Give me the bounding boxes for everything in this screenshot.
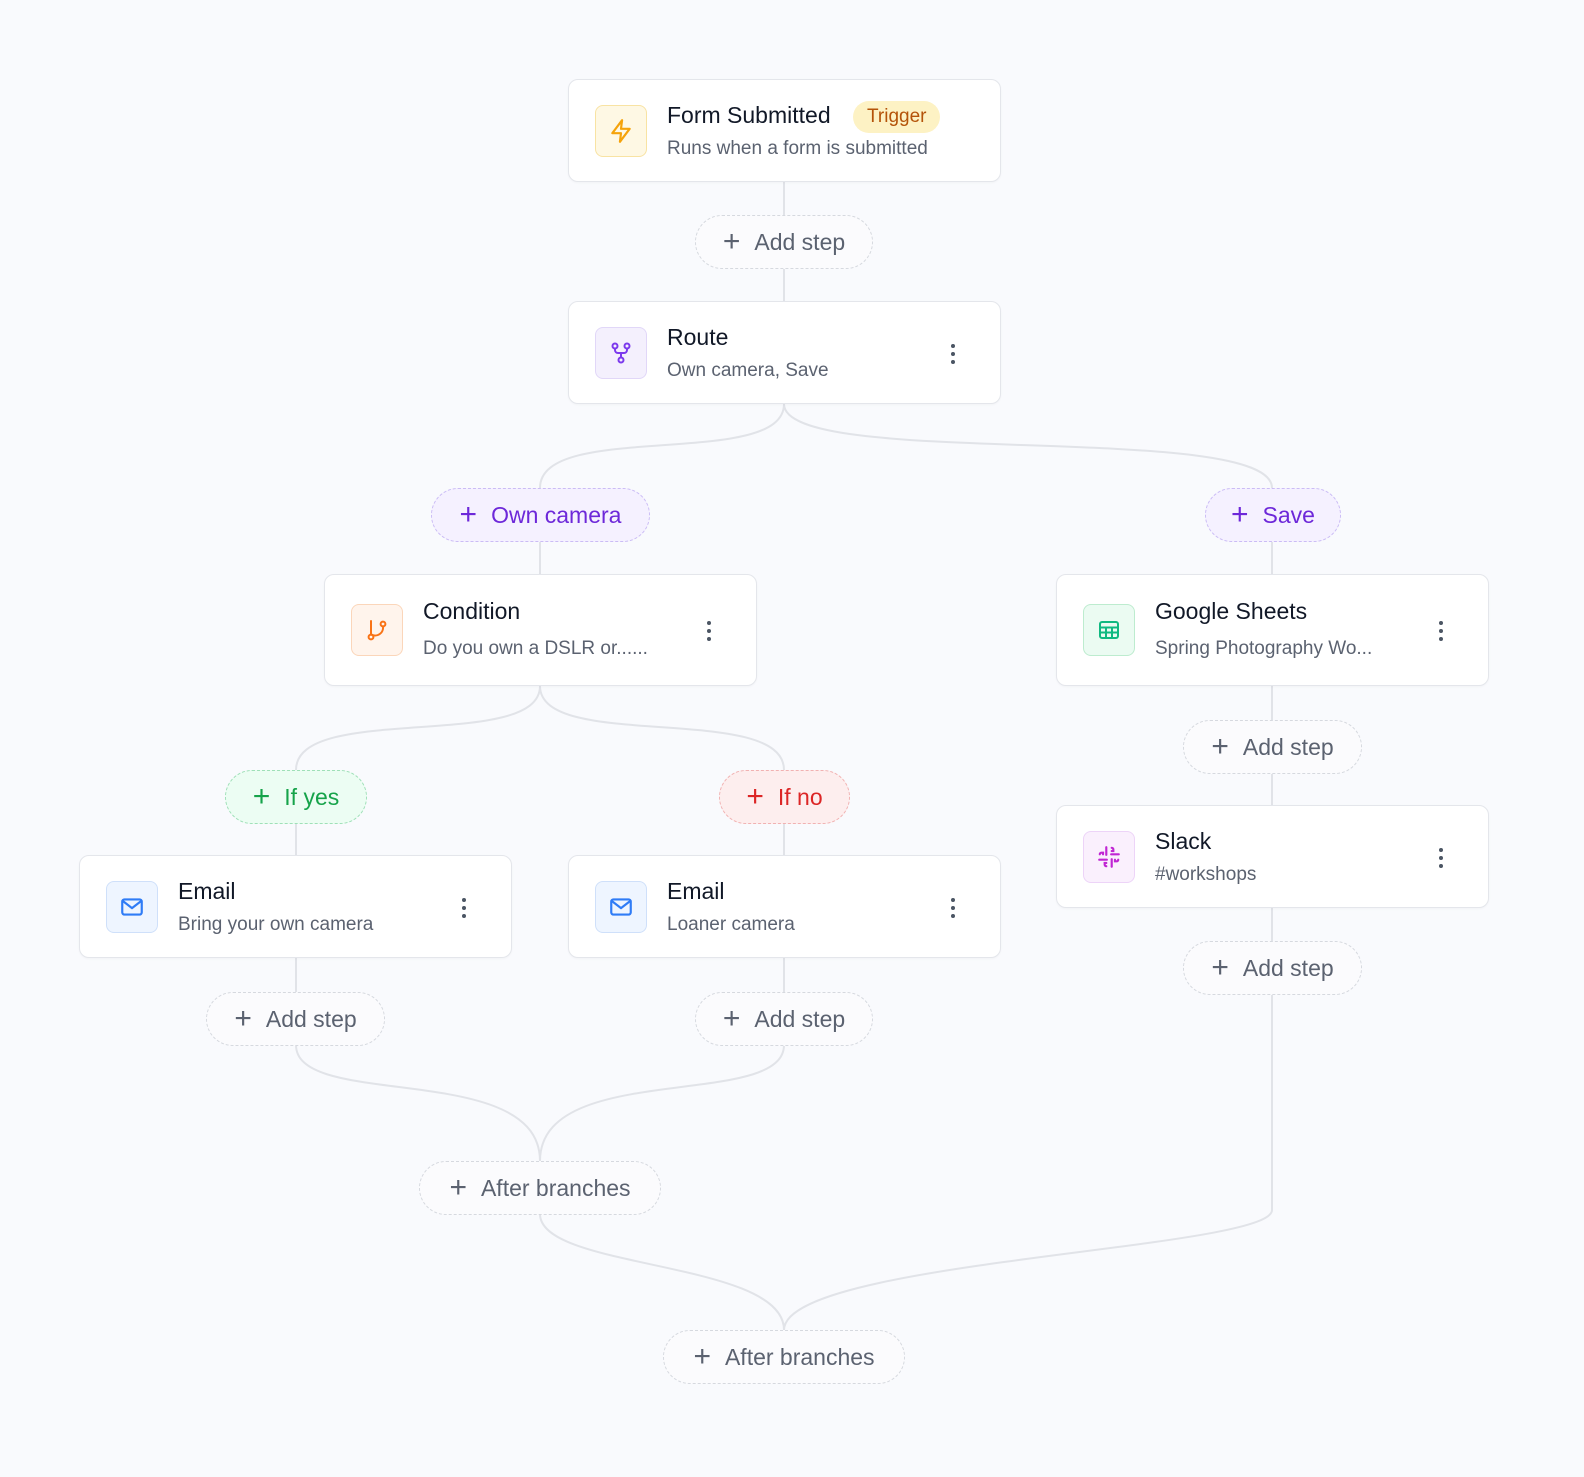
- plus-icon: +: [449, 1171, 467, 1204]
- google-sheets-subtitle: Spring Photography Wo...: [1155, 638, 1373, 659]
- trigger-badge: Trigger: [853, 101, 941, 133]
- slack-card[interactable]: Slack #workshops: [1056, 805, 1489, 908]
- branch-own-camera-button[interactable]: + Own camera: [431, 488, 650, 542]
- add-step-button[interactable]: + Add step: [1183, 720, 1362, 774]
- mail-icon: [595, 881, 647, 933]
- more-options-icon[interactable]: [1434, 844, 1448, 872]
- more-options-icon[interactable]: [702, 617, 716, 645]
- google-sheets-title: Google Sheets: [1155, 598, 1308, 624]
- branch-save-button[interactable]: + Save: [1205, 488, 1341, 542]
- route-subtitle: Own camera, Save: [667, 360, 829, 381]
- email-yes-title: Email: [178, 878, 236, 904]
- add-step-label: Add step: [1242, 954, 1334, 981]
- add-step-button[interactable]: + Add step: [1183, 941, 1362, 995]
- trigger-subtitle: Runs when a form is submitted: [667, 138, 928, 159]
- more-options-icon[interactable]: [1434, 617, 1448, 645]
- more-options-icon[interactable]: [946, 894, 960, 922]
- email-no-card[interactable]: Email Loaner camera: [568, 855, 1001, 958]
- more-options-icon[interactable]: [946, 340, 960, 368]
- plus-icon: +: [1211, 730, 1229, 763]
- plus-icon: +: [1211, 951, 1229, 984]
- table-icon: [1083, 604, 1135, 656]
- branch-save-label: Save: [1262, 501, 1315, 528]
- plus-icon: +: [746, 780, 764, 813]
- workflow-canvas: Form Submitted Trigger Runs when a form …: [0, 0, 1584, 1477]
- route-title: Route: [667, 324, 729, 350]
- after-branches-label: After branches: [724, 1343, 875, 1370]
- plus-icon: +: [693, 1340, 711, 1373]
- plus-icon: +: [252, 780, 271, 813]
- slack-title: Slack: [1155, 828, 1212, 854]
- add-step-button[interactable]: + Add step: [695, 215, 873, 269]
- email-yes-subtitle: Bring your own camera: [178, 914, 374, 935]
- more-options-icon[interactable]: [457, 894, 471, 922]
- google-sheets-card[interactable]: Google Sheets Spring Photography Wo...: [1056, 574, 1489, 686]
- add-step-label: Add step: [1242, 733, 1334, 760]
- branch-if-yes-button[interactable]: + If yes: [225, 770, 367, 824]
- mail-icon: [106, 881, 158, 933]
- slack-icon: [1083, 831, 1135, 883]
- route-card[interactable]: Route Own camera, Save: [568, 301, 1001, 404]
- condition-subtitle: Do you own a DSLR or......: [423, 638, 648, 659]
- after-branches-button[interactable]: + After branches: [663, 1330, 905, 1384]
- plus-icon: +: [722, 1002, 741, 1035]
- slack-subtitle: #workshops: [1155, 864, 1257, 885]
- branch-if-no-label: If no: [777, 783, 823, 810]
- lightning-icon: [595, 105, 647, 157]
- email-yes-card[interactable]: Email Bring your own camera: [79, 855, 512, 958]
- email-no-subtitle: Loaner camera: [667, 914, 795, 935]
- plus-icon: +: [1231, 498, 1249, 531]
- branch-if-yes-label: If yes: [284, 783, 340, 810]
- branch-own-camera-label: Own camera: [491, 501, 622, 528]
- email-no-title: Email: [667, 878, 725, 904]
- add-step-label: Add step: [754, 228, 846, 255]
- branch-icon: [351, 604, 403, 656]
- after-branches-button[interactable]: + After branches: [419, 1161, 661, 1215]
- condition-card[interactable]: Condition Do you own a DSLR or......: [324, 574, 757, 686]
- plus-icon: +: [234, 1002, 252, 1035]
- plus-icon: +: [459, 498, 478, 531]
- add-step-label: Add step: [265, 1005, 357, 1032]
- trigger-title: Form Submitted: [667, 102, 831, 128]
- plus-icon: +: [722, 225, 741, 258]
- add-step-label: Add step: [754, 1005, 846, 1032]
- condition-title: Condition: [423, 598, 521, 624]
- after-branches-label: After branches: [480, 1174, 631, 1201]
- trigger-card[interactable]: Form Submitted Trigger Runs when a form …: [568, 79, 1001, 182]
- route-icon: [595, 327, 647, 379]
- add-step-button[interactable]: + Add step: [206, 992, 385, 1046]
- add-step-button[interactable]: + Add step: [695, 992, 873, 1046]
- branch-if-no-button[interactable]: + If no: [719, 770, 850, 824]
